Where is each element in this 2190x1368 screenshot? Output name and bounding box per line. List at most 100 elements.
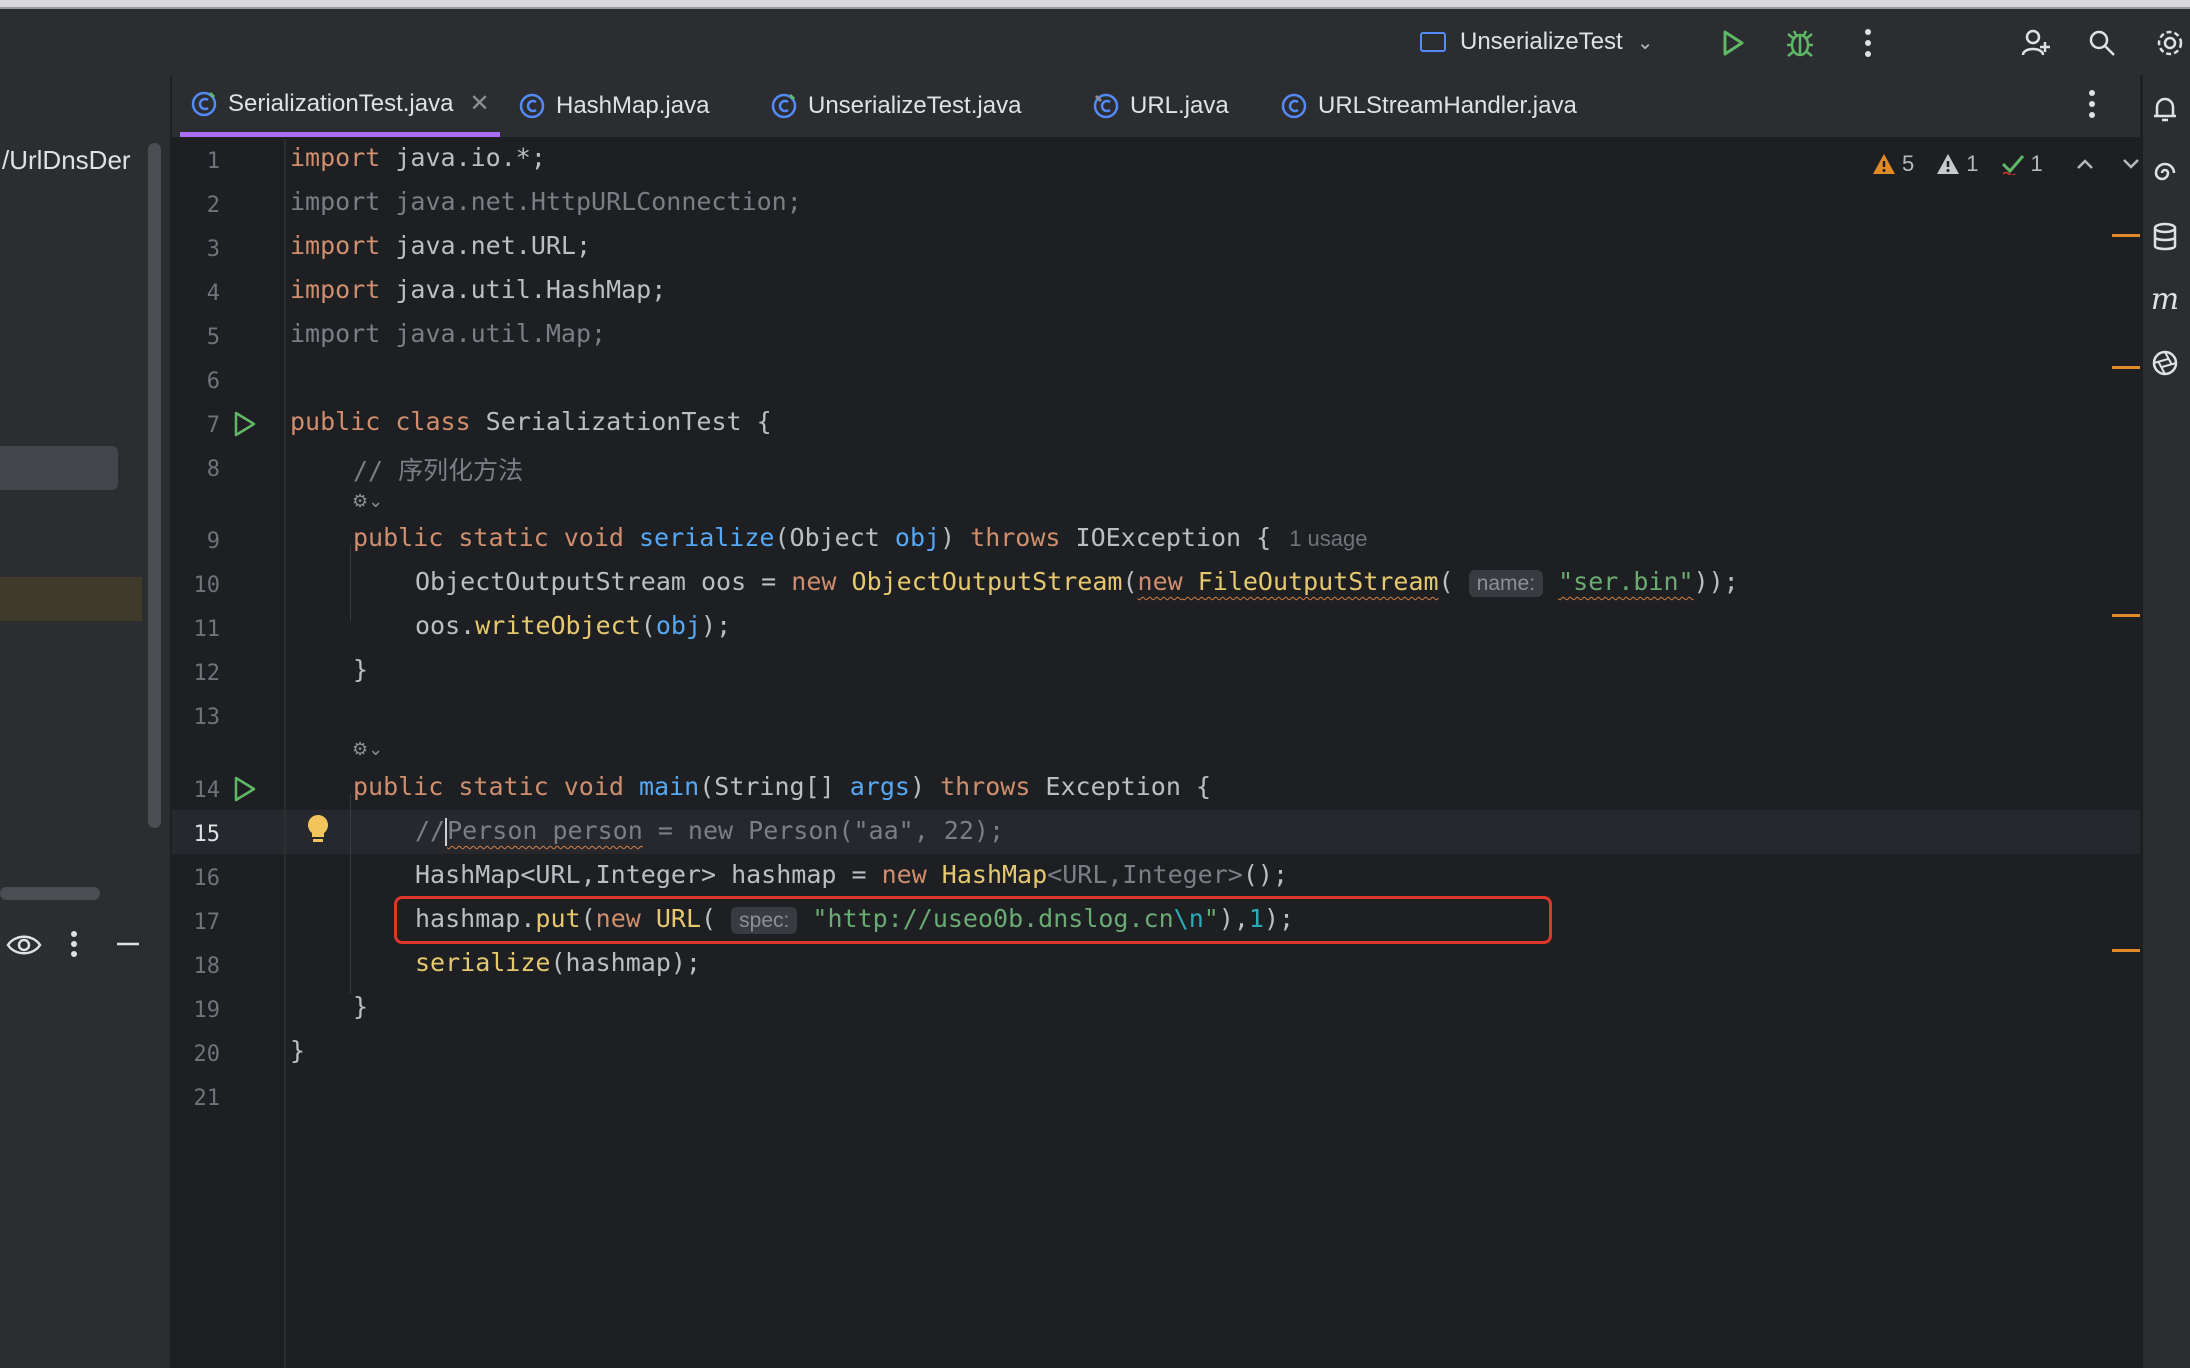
- typo-count[interactable]: 1: [2001, 151, 2043, 177]
- tab-label: URL.java: [1130, 92, 1229, 119]
- debug-button[interactable]: [1780, 23, 1820, 63]
- warnings-count[interactable]: 5: [1872, 151, 1914, 177]
- more-actions-button[interactable]: [1848, 23, 1888, 63]
- code-line-19[interactable]: }: [353, 992, 368, 1021]
- project-path[interactable]: /UrlDnsDer: [2, 145, 131, 176]
- editor-tab-bar: SerializationTest.java ✕ HashMap.java Un…: [172, 75, 2140, 139]
- line-number: 2: [206, 193, 220, 218]
- tab-label: UnserializeTest.java: [808, 92, 1022, 119]
- java-class-icon: [1281, 93, 1307, 119]
- tab-urlstreamhandler[interactable]: URLStreamHandler.java: [1280, 75, 1577, 137]
- line-number: 6: [206, 369, 220, 394]
- gutter-separator: [284, 139, 286, 1368]
- line-number: 10: [193, 573, 221, 598]
- project-vertical-scrollbar[interactable]: [148, 143, 161, 828]
- tab-more-button[interactable]: [2088, 89, 2118, 123]
- notifications-button[interactable]: [2145, 89, 2185, 129]
- weak-warnings-count[interactable]: 1: [1936, 151, 1979, 177]
- scroll-warning-marker[interactable]: [2112, 366, 2140, 369]
- spiral-icon: [2154, 162, 2176, 181]
- code-line-16[interactable]: HashMap<URL,Integer> hashmap = new HashM…: [415, 860, 1288, 889]
- bug-icon: [1787, 30, 1813, 57]
- indent-guide: [350, 794, 351, 994]
- indent-guide: [350, 545, 351, 621]
- inspection-widget[interactable]: 5 1 1: [1872, 149, 2141, 179]
- window-top-strip: [0, 0, 2190, 9]
- gear-icon: [2157, 30, 2183, 56]
- line-number: 21: [193, 1086, 221, 1111]
- plugin-button[interactable]: [2145, 343, 2185, 383]
- param-hint-name: name:: [1468, 570, 1544, 597]
- code-line-20[interactable]: }: [290, 1036, 305, 1065]
- tab-serializationtest[interactable]: SerializationTest.java ✕: [180, 75, 500, 137]
- line-number: 7: [206, 413, 220, 438]
- code-line-18[interactable]: serialize(hashmap);: [415, 948, 701, 977]
- tab-url[interactable]: URL.java: [1092, 75, 1229, 137]
- code-line-7[interactable]: public class SerializationTest {: [290, 407, 772, 436]
- java-class-icon: [519, 93, 545, 119]
- run-main-icon[interactable]: [230, 775, 258, 803]
- database-icon: [2153, 222, 2177, 251]
- code-line-12[interactable]: }: [353, 655, 368, 684]
- lightbulb-icon[interactable]: [304, 813, 332, 845]
- check-icon: [2001, 155, 2024, 175]
- aperture-icon: [2152, 350, 2178, 376]
- chevron-up-icon[interactable]: [2075, 151, 2095, 177]
- line-number: 9: [206, 529, 220, 554]
- line-number-current: 15: [193, 822, 221, 847]
- database-button[interactable]: [2145, 217, 2185, 257]
- line-number: 8: [206, 457, 220, 482]
- run-button[interactable]: [1712, 23, 1752, 63]
- java-class-icon: [1093, 93, 1119, 119]
- ai-method-actions-icon[interactable]: ⚙⌄: [352, 739, 383, 760]
- java-class-icon: [191, 91, 217, 116]
- line-number: 1: [206, 149, 220, 174]
- code-line-15[interactable]: //Person person = new Person("aa", 22);: [415, 816, 1004, 846]
- line-number: 4: [206, 281, 220, 306]
- code-line-14[interactable]: public static void main(String[] args) t…: [353, 772, 1211, 801]
- tab-unserializetest[interactable]: UnserializeTest.java: [770, 75, 1021, 137]
- line-number: 19: [193, 998, 221, 1023]
- ai-assistant-button[interactable]: [2145, 153, 2185, 193]
- code-line-10[interactable]: ObjectOutputStream oos = new ObjectOutpu…: [415, 567, 1739, 597]
- scroll-warning-marker[interactable]: [2112, 234, 2140, 237]
- chevron-down-icon[interactable]: [2121, 151, 2141, 177]
- project-horizontal-scrollbar[interactable]: [0, 887, 100, 900]
- code-line-1[interactable]: import java.io.*;: [290, 143, 546, 172]
- vertical-dots-icon[interactable]: [70, 930, 78, 963]
- run-class-icon[interactable]: [230, 410, 258, 438]
- close-icon[interactable]: ✕: [469, 89, 489, 118]
- scroll-warning-marker[interactable]: [2112, 614, 2140, 617]
- usage-hint[interactable]: 1 usage: [1289, 526, 1367, 551]
- code-line-4[interactable]: import java.util.HashMap;: [290, 275, 666, 304]
- code-line-2[interactable]: import java.net.HttpURLConnection;: [290, 187, 802, 216]
- ai-method-actions-icon[interactable]: ⚙⌄: [352, 491, 383, 512]
- line-number: 18: [193, 954, 221, 979]
- code-line-8[interactable]: // 序列化方法: [353, 451, 523, 487]
- title-bar: UnserializeTest ⌄: [0, 9, 2190, 75]
- search-button[interactable]: [2082, 23, 2122, 63]
- add-user-button[interactable]: [2016, 23, 2056, 63]
- scroll-warning-marker[interactable]: [2112, 949, 2140, 952]
- code-line-11[interactable]: oos.writeObject(obj);: [415, 611, 731, 640]
- eye-icon[interactable]: [6, 930, 42, 965]
- weak-warning-icon: [1937, 154, 1960, 174]
- tab-label: HashMap.java: [556, 92, 710, 119]
- chevron-down-icon: ⌄: [1636, 31, 1654, 54]
- settings-button[interactable]: [2150, 23, 2190, 63]
- code-line-3[interactable]: import java.net.URL;: [290, 231, 591, 260]
- code-line-5[interactable]: import java.util.Map;: [290, 319, 606, 348]
- run-config-selector[interactable]: UnserializeTest ⌄: [1420, 27, 1654, 57]
- maven-button[interactable]: m: [2145, 279, 2185, 319]
- bell-icon: [2154, 97, 2176, 122]
- minimize-icon[interactable]: [115, 930, 141, 963]
- line-number: 13: [193, 705, 221, 730]
- line-number: 17: [193, 910, 221, 935]
- tab-hashmap[interactable]: HashMap.java: [518, 75, 709, 137]
- code-editor[interactable]: 5 1 1 1 2 3 4 5 6 7 8 9 10 11 12 13 14 1…: [172, 139, 2140, 1368]
- code-line-9[interactable]: public static void serialize(Object obj)…: [353, 523, 1367, 552]
- tab-label: SerializationTest.java: [228, 89, 454, 117]
- project-tree-selected-row[interactable]: [0, 446, 118, 490]
- java-class-icon: [771, 93, 797, 119]
- project-tree-highlighted-row[interactable]: [0, 577, 142, 621]
